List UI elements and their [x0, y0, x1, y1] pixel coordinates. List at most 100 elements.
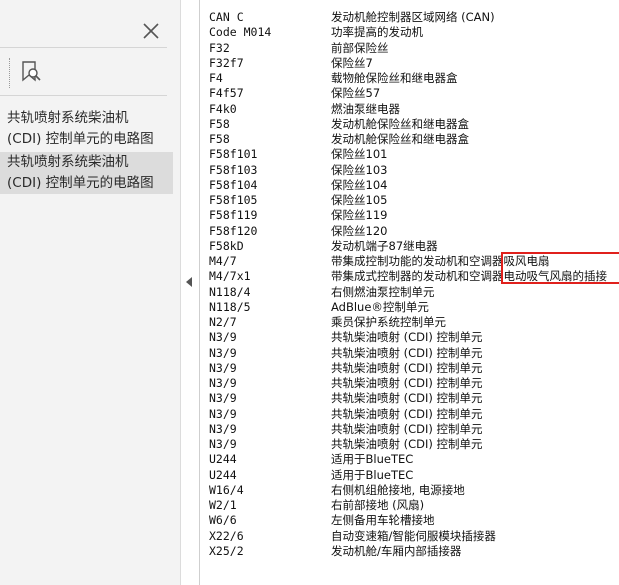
table-row: CAN C 发动机舱控制器区域网络 (CAN) [200, 10, 619, 25]
panel-divider [0, 95, 167, 96]
component-code: N3/9 [209, 391, 237, 406]
table-row: N118/4 右侧燃油泵控制单元 [200, 285, 619, 300]
component-description: 保险丝120 [331, 223, 388, 238]
table-row: F4f57 保险丝57 [200, 86, 619, 101]
component-description: 共轨柴油喷射 (CDI) 控制单元 [331, 330, 483, 345]
component-description: 燃油泵继电器 [331, 101, 400, 116]
component-description: 左侧备用车轮槽接地 [331, 513, 435, 528]
component-description: 发动机舱保险丝和继电器盒 [331, 132, 469, 146]
table-row: F4 载物舱保险丝和继电器盒 [200, 71, 619, 86]
bookmark-search-button[interactable] [20, 60, 42, 84]
component-description: 共轨柴油喷射 (CDI) 控制单元 [331, 391, 483, 406]
bookmark-item-label-line2: (CDI) 控制单元的电路图 [7, 131, 154, 147]
table-row: F58 发动机舱保险丝和继电器盒 [200, 132, 619, 147]
table-row: X22/6 自动变速箱/智能伺服模块插接器 [200, 529, 619, 544]
component-code: Code M014 [209, 25, 272, 40]
table-row: F58f104 保险丝104 [200, 178, 619, 193]
component-code: N3/9 [209, 406, 237, 421]
table-row: Code M014 功率提高的发动机 [200, 25, 619, 40]
table-row: F32 前部保险丝 [200, 41, 619, 56]
component-code: W2/1 [209, 498, 237, 512]
component-code: F58f103 [209, 162, 258, 177]
component-code: U244 [209, 467, 237, 482]
component-code: W16/4 [209, 482, 244, 497]
component-description: 功率提高的发动机 [331, 25, 423, 40]
component-code: F4k0 [209, 101, 237, 116]
table-row: F58f105 保险丝105 [200, 193, 619, 208]
panel-divider [0, 47, 167, 48]
component-description: 共轨柴油喷射 (CDI) 控制单元 [331, 406, 483, 421]
component-code: N3/9 [209, 421, 237, 436]
table-row: N3/9 共轨柴油喷射 (CDI) 控制单元 [200, 437, 619, 452]
table-row: W6/6 左侧备用车轮槽接地 [200, 513, 619, 528]
component-code: F58f105 [209, 193, 258, 207]
component-description: 发动机舱控制器区域网络 (CAN) [331, 10, 495, 24]
component-code: F4f57 [209, 86, 244, 101]
component-description: 共轨柴油喷射 (CDI) 控制单元 [331, 421, 483, 436]
table-row: N3/9 共轨柴油喷射 (CDI) 控制单元 [200, 361, 619, 376]
table-row: N3/9 共轨柴油喷射 (CDI) 控制单元 [200, 346, 619, 361]
component-description: 共轨柴油喷射 (CDI) 控制单元 [331, 345, 483, 360]
component-description: 载物舱保险丝和继电器盒 [331, 71, 458, 85]
component-code: F32 [209, 40, 230, 55]
bookmark-item-label-line1: 共轨喷射系统柴油机 [7, 154, 129, 170]
table-row: F58kD 发动机端子87继电器 [200, 239, 619, 254]
component-code: F32f7 [209, 55, 244, 70]
component-description: 保险丝104 [331, 177, 388, 192]
bookmark-item-selected[interactable]: 共轨喷射系统柴油机 (CDI) 控制单元的电路图 [0, 152, 173, 194]
component-code: X25/2 [209, 543, 244, 558]
component-code: X22/6 [209, 528, 244, 543]
component-description: 乘员保护系统控制单元 [331, 315, 446, 329]
bookmarks-panel: 共轨喷射系统柴油机 (CDI) 控制单元的电路图 共轨喷射系统柴油机 (CDI)… [0, 0, 181, 585]
component-code: F58f120 [209, 223, 258, 238]
table-row: N3/9 共轨柴油喷射 (CDI) 控制单元 [200, 376, 619, 391]
component-code: N3/9 [209, 376, 237, 390]
table-row: M4/7 带集成控制功能的发动机和空调器吸风电扇 [200, 254, 619, 269]
component-code: F58 [209, 132, 230, 146]
collapse-panel-arrow-icon[interactable] [186, 277, 192, 287]
table-row: F58f119 保险丝119 [200, 208, 619, 223]
component-description: 共轨柴油喷射 (CDI) 控制单元 [331, 376, 483, 390]
component-code: N3/9 [209, 345, 237, 360]
component-code: U244 [209, 452, 237, 467]
component-description: 右侧机组舱接地, 电源接地 [331, 482, 465, 497]
component-description: 共轨柴油喷射 (CDI) 控制单元 [331, 437, 483, 451]
bookmark-item[interactable]: 共轨喷射系统柴油机 (CDI) 控制单元的电路图 [0, 108, 173, 150]
close-panel-button[interactable] [140, 20, 162, 42]
component-description: 保险丝119 [331, 208, 388, 223]
component-code: F58 [209, 116, 230, 131]
component-description: 共轨柴油喷射 (CDI) 控制单元 [331, 360, 483, 375]
component-code: N3/9 [209, 437, 237, 451]
component-description: 发动机端子87继电器 [331, 238, 438, 253]
component-code: F58f119 [209, 208, 258, 223]
component-code: F58f101 [209, 147, 258, 162]
component-description: AdBlue®控制单元 [331, 299, 429, 314]
component-description: 保险丝57 [331, 86, 381, 101]
table-row: N3/9 共轨柴油喷射 (CDI) 控制单元 [200, 330, 619, 345]
component-description: 右前部接地 (风扇) [331, 498, 425, 512]
component-description: 带集成式控制器的发动机和空调器电动吸气风扇的插接 [331, 269, 607, 284]
table-row: U244 适用于BlueTEC [200, 468, 619, 483]
table-row: F4k0 燃油泵继电器 [200, 102, 619, 117]
component-description: 发动机舱/车厢内部插接器 [331, 543, 462, 558]
table-row: N3/9 共轨柴油喷射 (CDI) 控制单元 [200, 407, 619, 422]
component-description: 前部保险丝 [331, 40, 389, 55]
component-code: N2/7 [209, 315, 237, 329]
component-code: W6/6 [209, 513, 237, 528]
document-content: CAN C 发动机舱控制器区域网络 (CAN) Code M014 功率提高的发动机 F… [199, 0, 619, 585]
component-code: CAN C [209, 10, 244, 24]
component-code: N3/9 [209, 330, 237, 345]
component-description: 保险丝105 [331, 193, 388, 207]
component-description: 保险丝7 [331, 55, 373, 70]
component-code: M4/7 [209, 254, 237, 268]
component-description: 发动机舱保险丝和继电器盒 [331, 116, 469, 131]
component-description: 自动变速箱/智能伺服模块插接器 [331, 528, 496, 543]
component-code: F4 [209, 71, 223, 85]
table-row: W2/1 右前部接地 (风扇) [200, 498, 619, 513]
table-row: N3/9 共轨柴油喷射 (CDI) 控制单元 [200, 422, 619, 437]
bookmark-item-label-line2: (CDI) 控制单元的电路图 [7, 175, 154, 191]
table-row: W16/4 右侧机组舱接地, 电源接地 [200, 483, 619, 498]
table-row: U244 适用于BlueTEC [200, 452, 619, 467]
bookmark-item-label-line1: 共轨喷射系统柴油机 [7, 110, 129, 126]
table-row: F58f101 保险丝101 [200, 147, 619, 162]
